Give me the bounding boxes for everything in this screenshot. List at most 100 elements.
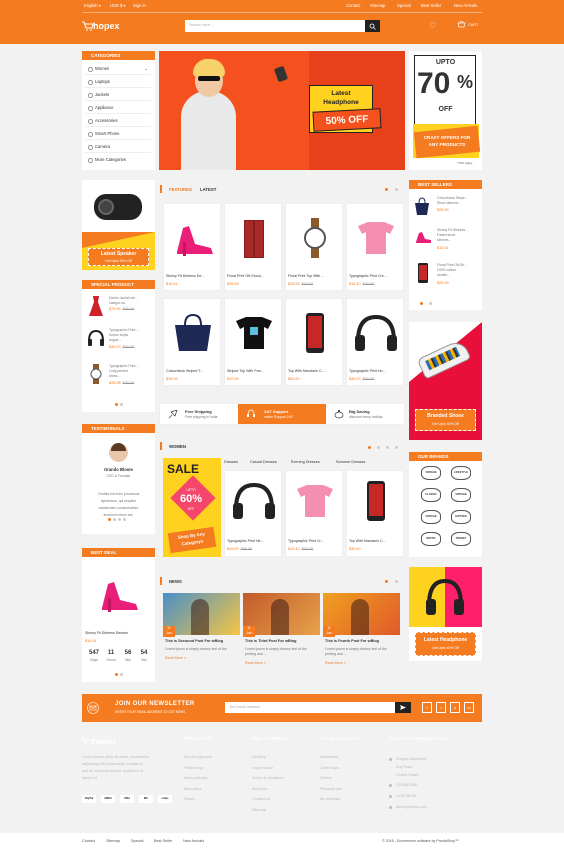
footer-link[interactable]: Delivery [252, 755, 266, 759]
footer-link[interactable]: Legal Notice [252, 766, 273, 770]
brand-logo[interactable]: HIPSTER [451, 510, 471, 524]
best-seller-item[interactable]: Floral Print Off-Sh... 100% cotton doubl… [412, 262, 479, 292]
news-read-more[interactable]: Read More » [325, 661, 346, 665]
women-tab-casual[interactable]: Casual Dresses [250, 460, 277, 464]
news-read-more[interactable]: Read More » [165, 656, 186, 660]
logo[interactable]: hopex [82, 19, 142, 35]
pager-dot[interactable] [368, 446, 371, 449]
pager-dot[interactable] [123, 518, 126, 521]
search-input[interactable]: Search here... [185, 20, 365, 32]
headphone-banner[interactable]: Latest Headphone Get Upto 40% Off [409, 567, 482, 661]
brand-logo[interactable]: LIFESTYLE [451, 466, 471, 480]
category-laptops[interactable]: Laptops [85, 75, 151, 88]
pinterest-icon[interactable]: p [450, 702, 460, 713]
pager-dot[interactable] [395, 446, 398, 449]
footer-link[interactable]: Terms & conditions [252, 776, 284, 780]
women-tab-dresses[interactable]: Dresses [224, 460, 238, 464]
footer-link[interactable]: Prices drop [184, 766, 203, 770]
newsletter-submit-button[interactable] [395, 702, 411, 713]
sale-cta[interactable]: Shop By Any Categorys [167, 526, 217, 554]
cart-button[interactable]: CART [457, 21, 483, 31]
category-camera[interactable]: Camera [85, 140, 151, 153]
product-card[interactable]: Skinny Fit Distress De... $16.51 [163, 203, 221, 291]
product-card[interactable]: Typographic Print He... $49.00 $50.00 [224, 470, 282, 557]
footer-logo[interactable]: hopex [82, 735, 122, 749]
news-read-more[interactable]: Read More » [245, 661, 266, 665]
special-item[interactable]: Denim Jacket wit... categor-eu $79.05 $85… [85, 295, 152, 325]
news-card[interactable]: 11 Jan This is Fourth Post For wBlog Lorem … [323, 593, 400, 683]
news-card[interactable]: 11 Jan This is Third Post For wBlog Lorem I… [243, 593, 320, 683]
best-seller-item[interactable]: Skinny Fit Distress... Faded short sleev… [412, 227, 479, 257]
footer-link[interactable]: Sitemap [252, 808, 266, 812]
best-seller-item[interactable]: Colourblock Stripe... Short sleeved... $… [412, 195, 479, 225]
women-sale-banner[interactable]: SALE UPTO 60% OFF Shop By Any Categorys [163, 458, 221, 557]
product-card[interactable]: Floral Print Top With ... $28.98 $30.00 [285, 203, 343, 291]
product-card[interactable]: Striped Top With Pan... $10.99 [224, 298, 282, 386]
bottom-link[interactable]: New Arrivals [183, 839, 204, 843]
women-tab-evening[interactable]: Evening Dresses [291, 460, 320, 464]
footer-link[interactable]: Contact us [252, 797, 270, 801]
pager-dot[interactable] [395, 580, 398, 583]
language-selector[interactable]: English ▾ [84, 3, 101, 8]
category-smart-phone[interactable]: Smart Phone [85, 127, 151, 140]
category-appliance[interactable]: Appliance [85, 101, 151, 114]
category-jackets[interactable]: Jackets [85, 88, 151, 101]
wishlist-heart-icon[interactable]: ♡ [429, 22, 436, 30]
pager-dot[interactable] [120, 403, 123, 406]
pager-dot[interactable] [115, 403, 118, 406]
category-accessories[interactable]: Accessories [85, 114, 151, 127]
pager-dot[interactable] [385, 188, 388, 191]
bottom-link[interactable]: Sitemap [106, 839, 120, 843]
hero-banner[interactable]: Latest Headphone 50% OFF [159, 51, 405, 170]
product-card[interactable]: Top With Mandarin C... $30.50 [285, 298, 343, 386]
top-link-best-seller[interactable]: Best Seller [421, 3, 441, 8]
best-deal-name[interactable]: Skinny Fit Distress Denims [85, 631, 153, 635]
category-women[interactable]: Women ⌄ [85, 62, 151, 75]
pager-dot[interactable] [113, 518, 116, 521]
brand-logo[interactable]: TRENDY [451, 532, 471, 546]
footer-link[interactable]: Personal info [320, 787, 342, 791]
product-card[interactable]: Floral Print Off-Shoul... $35.99 [224, 203, 282, 291]
twitter-icon[interactable]: t [436, 702, 446, 713]
footer-link[interactable]: Orders [320, 776, 332, 780]
newsletter-email-input[interactable]: Your email address [225, 702, 395, 713]
top-link-new-arrivals[interactable]: New Arrivals [454, 3, 477, 8]
special-item[interactable]: Typographic Print ... Dones turpis augue… [85, 327, 152, 357]
top-link-sitemap[interactable]: Sitemap [370, 3, 385, 8]
pager-dot[interactable] [120, 673, 123, 676]
footer-link[interactable]: Addresses [320, 755, 338, 759]
footer-link[interactable]: Secure payment [184, 755, 212, 759]
product-card[interactable]: Typographic Print Cr... $16.40 $20.00 [285, 470, 343, 557]
brand-logo[interactable]: VINTAGE [421, 466, 441, 480]
pager-dot[interactable] [420, 302, 423, 305]
footer-link[interactable]: Stores [184, 797, 195, 801]
special-item[interactable]: Typographic Print... Long printed dress.… [85, 363, 152, 393]
footer-link[interactable]: About us [252, 787, 267, 791]
news-title[interactable]: This is Secound Post For wBlog [165, 639, 223, 643]
product-card[interactable]: Top With Mandarin C... $30.50 [346, 470, 404, 557]
brand-logo[interactable]: VINTAGE [421, 510, 441, 524]
pager-dot[interactable] [118, 518, 121, 521]
pager-dot[interactable] [115, 673, 118, 676]
bottom-link[interactable]: Special [131, 839, 143, 843]
bottom-link[interactable]: Best Seller [154, 839, 172, 843]
pager-dot[interactable] [395, 188, 398, 191]
currency-selector[interactable]: USD $ ▾ [110, 3, 126, 8]
search-button[interactable] [365, 20, 380, 32]
facebook-icon[interactable]: f [422, 702, 432, 713]
footer-link[interactable]: New products [184, 776, 207, 780]
product-card[interactable]: Typographic Print Cre... $16.40 $20.00 [346, 203, 404, 291]
brand-logo[interactable]: CLASSIC [421, 488, 441, 502]
top-link-contact[interactable]: Contact [346, 3, 360, 8]
news-title[interactable]: This is Third Post For wBlog [245, 639, 296, 643]
footer-link[interactable]: Best sales [184, 787, 202, 791]
bottom-link[interactable]: Contact [82, 839, 95, 843]
tab-latest[interactable]: LATEST [200, 187, 216, 192]
brand-logo[interactable]: VINTAGE [451, 488, 471, 502]
news-title[interactable]: This is Fourth Post For wBlog [325, 639, 379, 643]
pager-dot[interactable] [377, 446, 380, 449]
promo-banner[interactable]: UPTO 70 % OFF CRAZY OFFERS FOR ANY PRODU… [409, 51, 482, 170]
brand-logo[interactable]: RETRO [421, 532, 441, 546]
women-tab-summer[interactable]: Summer Dresses [336, 460, 365, 464]
footer-link[interactable]: My wishlists [320, 797, 340, 801]
